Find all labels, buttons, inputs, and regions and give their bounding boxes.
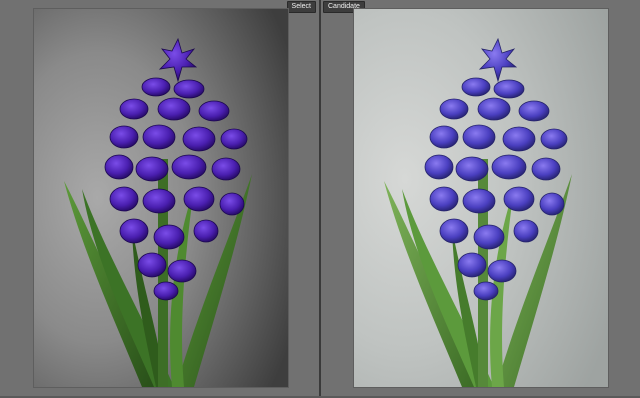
select-photo[interactable] — [34, 9, 288, 387]
candidate-photo[interactable] — [354, 9, 608, 387]
select-label: Select — [286, 1, 316, 13]
select-pane[interactable]: Select — [0, 0, 319, 398]
hyacinth-image-select — [34, 9, 288, 387]
compare-view: Select Candidate — [0, 0, 640, 398]
hyacinth-image-candidate — [354, 9, 608, 387]
candidate-pane[interactable]: Candidate — [321, 0, 640, 398]
